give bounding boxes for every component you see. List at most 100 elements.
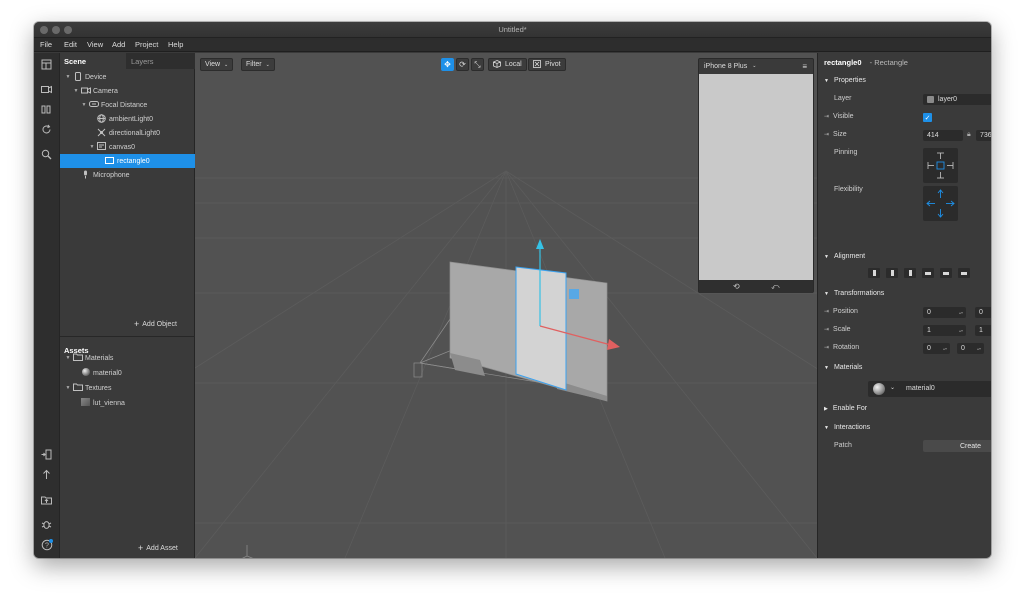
position-x-field[interactable]: 0 ▴▾ — [923, 307, 966, 318]
upload-icon[interactable] — [40, 468, 53, 481]
zoom-icon[interactable] — [40, 148, 53, 161]
section-materials[interactable]: ▼ Materials — [824, 364, 862, 371]
align-bottom-icon — [961, 271, 967, 275]
tree-item-device[interactable]: ▼ Device — [60, 70, 195, 84]
device-preview-panel: iPhone 8 Plus ⌄ ≡ ⟲ ⤺ — [698, 58, 814, 293]
window-title: Untitled* — [498, 25, 527, 34]
expand-arrow-icon[interactable]: ▼ — [64, 355, 72, 361]
expand-arrow-icon[interactable]: ▼ — [64, 385, 72, 391]
visible-checkbox[interactable]: ✓ — [923, 113, 932, 122]
add-object-button[interactable]: + Add Object — [134, 319, 177, 329]
material-sphere-icon — [873, 383, 885, 395]
expand-arrow-icon[interactable]: ▼ — [88, 144, 96, 150]
align-top-button[interactable] — [922, 268, 934, 278]
rotate-device-icon[interactable]: ⟲ — [733, 282, 740, 291]
size-height-field[interactable]: 736 — [976, 130, 991, 141]
lock-icon[interactable]: 🔒︎ — [967, 131, 971, 139]
position-label: Position — [833, 308, 858, 315]
pinning-icon — [927, 152, 954, 179]
tree-item-directional-light[interactable]: directionalLight0 — [60, 126, 195, 140]
add-asset-button[interactable]: + Add Asset — [138, 543, 178, 553]
local-toggle-button[interactable]: Local — [488, 58, 527, 71]
filter-dropdown-label: Filter — [246, 61, 262, 68]
tree-item-focal-distance[interactable]: ▼ Focal Distance — [60, 98, 195, 112]
rotation-y-field[interactable]: 0 ▴▾ — [957, 343, 984, 354]
tab-scene[interactable]: Scene — [60, 53, 126, 69]
scale-row: ⇥ Scale — [824, 326, 851, 333]
align-center-v-button[interactable] — [940, 268, 952, 278]
section-alignment[interactable]: ▼ Alignment — [824, 253, 865, 260]
asset-folder-materials[interactable]: ▼ Materials — [60, 351, 195, 365]
tree-item-canvas[interactable]: ▼ canvas0 — [60, 140, 195, 154]
pivot-toggle-button[interactable]: Pivot — [528, 58, 566, 71]
rotate-tool-button[interactable]: ⟳ — [456, 58, 469, 71]
chevron-down-icon: ▼ — [824, 77, 829, 84]
rotation-y-value: 0 — [961, 345, 965, 352]
scale-y-field[interactable]: 1 ▴▾ — [975, 325, 991, 336]
align-center-h-button[interactable] — [886, 268, 898, 278]
menu-edit[interactable]: Edit — [64, 40, 77, 49]
rotation-x-field[interactable]: 0 ▴▾ — [923, 343, 950, 354]
flexibility-widget[interactable] — [923, 186, 958, 221]
menu-add[interactable]: Add — [112, 40, 125, 49]
pause-play-icon[interactable] — [40, 103, 53, 116]
material-select[interactable]: ⌄ material0 — [868, 381, 991, 397]
keyframe-arrow-icon[interactable]: ⇥ — [824, 344, 829, 351]
keyframe-arrow-icon[interactable]: ⇥ — [824, 113, 829, 120]
panel-tabs: Scene Layers — [60, 53, 195, 69]
folder-upload-icon[interactable] — [40, 493, 53, 506]
create-patch-button[interactable]: Create — [923, 440, 991, 452]
asset-item-material[interactable]: material0 — [60, 366, 195, 380]
section-enable-for[interactable]: ▶ Enable For — [824, 405, 867, 412]
section-title: Alignment — [833, 253, 866, 260]
keyframe-arrow-icon[interactable]: ⇥ — [824, 131, 829, 138]
video-icon[interactable] — [40, 83, 53, 96]
scale-x-field[interactable]: 1 ▴▾ — [923, 325, 966, 336]
reset-device-icon[interactable]: ⤺ — [771, 282, 780, 292]
rotation-label: Rotation — [833, 344, 860, 351]
scale-tool-button[interactable]: ⤡ — [471, 58, 484, 71]
view-dropdown[interactable]: View ⌄ — [200, 58, 234, 71]
asset-item-texture[interactable]: lut_vienna — [60, 396, 195, 410]
device-select[interactable]: iPhone 8 Plus ⌄ — [704, 63, 756, 70]
section-properties[interactable]: ▼ Properties — [824, 77, 866, 84]
phone-sync-icon[interactable] — [40, 448, 53, 461]
tree-item-ambient-light[interactable]: ambientLight0 — [60, 112, 195, 126]
object-name: rectangle0 — [824, 58, 862, 67]
menu-help[interactable]: Help — [168, 40, 183, 49]
align-left-button[interactable] — [868, 268, 880, 278]
tree-item-camera[interactable]: ▼ Camera — [60, 84, 195, 98]
section-title: Interactions — [833, 424, 871, 431]
pinning-widget[interactable] — [923, 148, 958, 183]
menu-view[interactable]: View — [87, 40, 103, 49]
section-interactions[interactable]: ▼ Interactions — [824, 424, 870, 431]
scene-viewport[interactable]: View ⌄ Filter ⌄ ✥ ⟳ ⤡ Local Pivot iPhone… — [195, 53, 817, 558]
menu-icon[interactable]: ≡ — [802, 62, 807, 71]
rotation-x-value: 0 — [927, 345, 931, 352]
scale-icon: ⤡ — [474, 59, 481, 69]
align-bottom-button[interactable] — [958, 268, 970, 278]
expand-arrow-icon[interactable]: ▼ — [80, 102, 88, 108]
asset-folder-textures[interactable]: ▼ Textures — [60, 381, 195, 395]
move-tool-button[interactable]: ✥ — [441, 58, 454, 71]
bug-icon[interactable] — [40, 518, 53, 531]
menu-file[interactable]: File — [40, 40, 52, 49]
expand-arrow-icon[interactable]: ▼ — [64, 74, 72, 80]
align-right-button[interactable] — [904, 268, 916, 278]
tree-item-rectangle[interactable]: rectangle0 — [60, 154, 195, 168]
position-y-field[interactable]: 0 ▴▾ — [975, 307, 991, 318]
filter-dropdown[interactable]: Filter ⌄ — [241, 58, 275, 71]
layer-select[interactable]: layer0 ⌄ — [923, 94, 991, 105]
menu-project[interactable]: Project — [135, 40, 158, 49]
tab-layers[interactable]: Layers — [126, 53, 195, 69]
svg-text:?: ? — [45, 542, 49, 549]
section-transformations[interactable]: ▼ Transformations — [824, 290, 884, 297]
refresh-icon[interactable] — [40, 123, 53, 136]
size-width-field[interactable]: 414 — [923, 130, 963, 141]
layout-icon[interactable] — [40, 58, 53, 71]
tree-item-microphone[interactable]: Microphone — [60, 168, 195, 182]
keyframe-arrow-icon[interactable]: ⇥ — [824, 308, 829, 315]
keyframe-arrow-icon[interactable]: ⇥ — [824, 326, 829, 333]
expand-arrow-icon[interactable]: ▼ — [72, 88, 80, 94]
help-icon[interactable]: ? — [40, 538, 53, 551]
